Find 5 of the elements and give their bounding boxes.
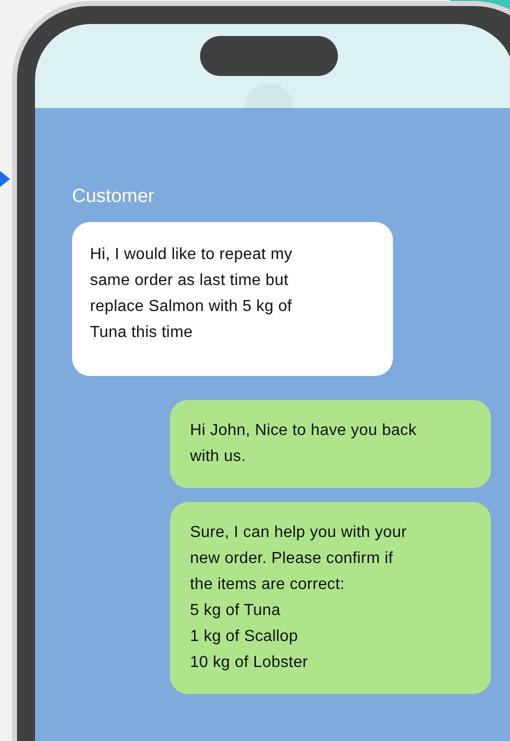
- sender-label: Customer: [72, 186, 156, 208]
- agent-message: Sure, I can help you with your new order. Please confirm if the items are correct: 5 kg of Tuna 1 kg of Scallop 10 kg of Lobster: [170, 502, 491, 694]
- agent-message: Hi John, Nice to have you back with us.: [170, 400, 491, 488]
- customer-message: Hi, I would like to repeat my same order as last time but replace Salmon with 5 kg of Tuna this time: [72, 222, 393, 376]
- arrow-icon: [0, 171, 10, 187]
